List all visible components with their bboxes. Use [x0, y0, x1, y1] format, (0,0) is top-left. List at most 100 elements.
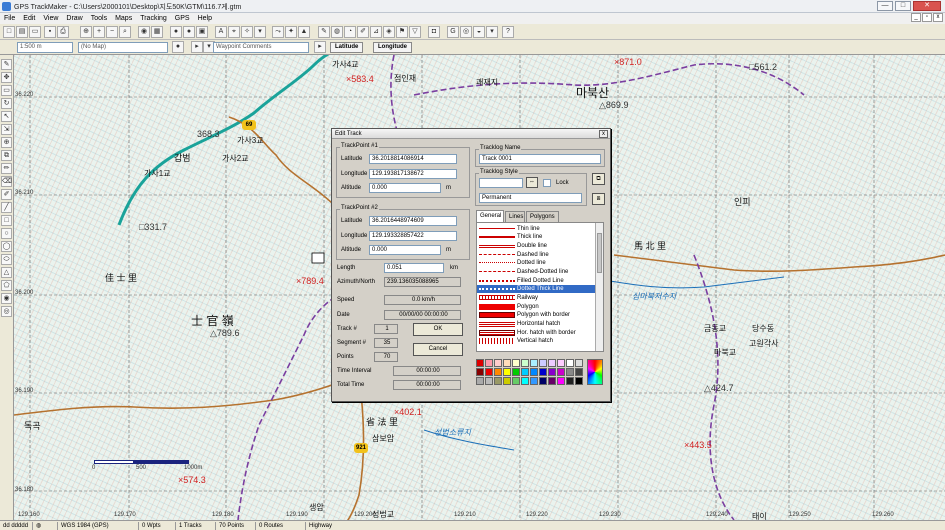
camera-icon[interactable]: ◘: [428, 26, 440, 38]
zoom-in-icon[interactable]: +: [93, 26, 105, 38]
color-swatch[interactable]: [530, 359, 538, 367]
polygon-tool-icon[interactable]: ⬠: [1, 280, 12, 291]
copy-tool-icon[interactable]: ⧉: [1, 150, 12, 161]
tp1-altitude-field[interactable]: 0.000: [369, 183, 441, 193]
color-swatch[interactable]: [566, 359, 574, 367]
eraser-tool-icon[interactable]: ⌫: [1, 176, 12, 187]
scale-select[interactable]: 1:500 m: [17, 42, 73, 53]
new-file-icon[interactable]: □: [3, 26, 15, 38]
rotate-tool-icon[interactable]: ↻: [1, 98, 12, 109]
style-item-dashed-line[interactable]: Dashed line: [477, 251, 595, 259]
style-item-dashed-dotted-line[interactable]: Dashed-Dotted line: [477, 268, 595, 276]
line-style-list[interactable]: Thin line Thick line Double line Dashed …: [476, 222, 604, 352]
tracklog-name-field[interactable]: Track 0001: [479, 154, 601, 164]
color-swatch[interactable]: [530, 377, 538, 385]
dropdown2-icon[interactable]: ▾: [486, 26, 498, 38]
style-item-vertical-hatch[interactable]: Vertical hatch: [477, 337, 595, 345]
layers-icon[interactable]: ▣: [196, 26, 208, 38]
flag-icon[interactable]: ⚑: [396, 26, 408, 38]
color-swatch[interactable]: [494, 377, 502, 385]
scroll-thumb[interactable]: [597, 233, 602, 273]
style-item-dotted-thick-line[interactable]: Dotted Thick Line: [477, 285, 595, 293]
select-rect-icon[interactable]: ▭: [1, 85, 12, 96]
style-item-polygon[interactable]: Polygon: [477, 303, 595, 311]
style-list-scrollbar[interactable]: [595, 223, 603, 351]
color-swatch[interactable]: [539, 368, 547, 376]
color-swatch[interactable]: [512, 359, 520, 367]
tp2-latitude-field[interactable]: 36.2016448974609: [369, 216, 457, 226]
pencil-icon[interactable]: ✎: [318, 26, 330, 38]
measure-icon[interactable]: ⊿: [370, 26, 382, 38]
waypoint-comments-select[interactable]: Waypoint Comments: [213, 42, 309, 53]
filter-icon[interactable]: ▽: [409, 26, 421, 38]
gps-icon[interactable]: ◉: [138, 26, 150, 38]
minimize-button[interactable]: —: [877, 1, 893, 11]
menu-draw[interactable]: Draw: [62, 13, 86, 24]
zoom-fit-icon[interactable]: ⊕: [80, 26, 92, 38]
tag-icon[interactable]: ◈: [383, 26, 395, 38]
color-swatch[interactable]: [476, 359, 484, 367]
satellite-icon[interactable]: ✦: [285, 26, 297, 38]
tab-general[interactable]: General: [476, 210, 504, 222]
color-swatch[interactable]: [503, 377, 511, 385]
tp1-latitude-field[interactable]: 36.2018814086914: [369, 154, 457, 164]
color-swatch[interactable]: [476, 368, 484, 376]
color-wheel-icon[interactable]: [587, 359, 603, 385]
terrain-icon[interactable]: ▲: [298, 26, 310, 38]
color-swatch[interactable]: [566, 368, 574, 376]
tp2-altitude-field[interactable]: 0.000: [369, 245, 441, 255]
color-swatch[interactable]: [476, 377, 484, 385]
color-swatch[interactable]: [575, 368, 583, 376]
zoom-area-icon[interactable]: ⌕: [119, 26, 131, 38]
map-dot-icon[interactable]: ●: [172, 41, 184, 53]
style-item-polygon-border[interactable]: Polygon with border: [477, 311, 595, 319]
menu-tracking[interactable]: Tracking: [136, 13, 171, 24]
color-swatch[interactable]: [485, 368, 493, 376]
cancel-button[interactable]: Cancel: [413, 343, 463, 356]
color-swatch[interactable]: [485, 377, 493, 385]
move-tool-icon[interactable]: ⇲: [1, 124, 12, 135]
menu-maps[interactable]: Maps: [111, 13, 136, 24]
color-swatch[interactable]: [548, 377, 556, 385]
zoom-tool-icon[interactable]: ⊕: [1, 137, 12, 148]
open-folder-icon[interactable]: ▭: [29, 26, 41, 38]
color-swatch[interactable]: [557, 368, 565, 376]
close-button[interactable]: ✕: [913, 1, 941, 11]
line-tool-icon[interactable]: ╱: [1, 202, 12, 213]
color-swatch[interactable]: [557, 359, 565, 367]
style-copy-icon[interactable]: ⧈: [592, 193, 605, 205]
menu-gps[interactable]: GPS: [171, 13, 194, 24]
permanence-select[interactable]: Permanent: [479, 193, 582, 203]
menu-file[interactable]: File: [0, 13, 19, 24]
style-item-filled-dotted-line[interactable]: Filled Dotted Line: [477, 277, 595, 285]
color-palette[interactable]: [476, 359, 604, 389]
record-red-icon[interactable]: ●: [170, 26, 182, 38]
pen-tool-icon[interactable]: ✎: [1, 59, 12, 70]
tp2-longitude-field[interactable]: 129.193328857422: [369, 231, 457, 241]
tp1-longitude-field[interactable]: 129.193817138672: [369, 169, 457, 179]
route-icon[interactable]: ⤳: [272, 26, 284, 38]
menu-view[interactable]: View: [39, 13, 62, 24]
color-swatch[interactable]: [566, 377, 574, 385]
color-swatch[interactable]: [503, 368, 511, 376]
color-swatch[interactable]: [548, 359, 556, 367]
color-swatch[interactable]: [548, 368, 556, 376]
menu-edit[interactable]: Edit: [19, 13, 39, 24]
style-item-horizontal-hatch[interactable]: Horizontal hatch: [477, 320, 595, 328]
color-picker-button[interactable]: ⇔: [526, 177, 538, 188]
hand-tool-icon[interactable]: ✥: [1, 72, 12, 83]
lock-checkbox[interactable]: [543, 179, 551, 187]
pointer-tool-icon[interactable]: ↖: [1, 111, 12, 122]
color-swatch[interactable]: [485, 359, 493, 367]
target-tool-icon[interactable]: ◉: [1, 293, 12, 304]
oval-tool-icon[interactable]: ⬭: [1, 254, 12, 265]
menu-help[interactable]: Help: [194, 13, 216, 24]
rectangle-tool-icon[interactable]: □: [1, 215, 12, 226]
style-item-thick-line[interactable]: Thick line: [477, 233, 595, 241]
arrow-right2-icon[interactable]: ▸: [314, 41, 326, 53]
mdi-restore-button[interactable]: ▫: [922, 13, 932, 22]
style-apply-icon[interactable]: ⧉: [592, 173, 605, 185]
color-swatch[interactable]: [521, 368, 529, 376]
color-swatch[interactable]: [539, 359, 547, 367]
record-green-icon[interactable]: ●: [183, 26, 195, 38]
